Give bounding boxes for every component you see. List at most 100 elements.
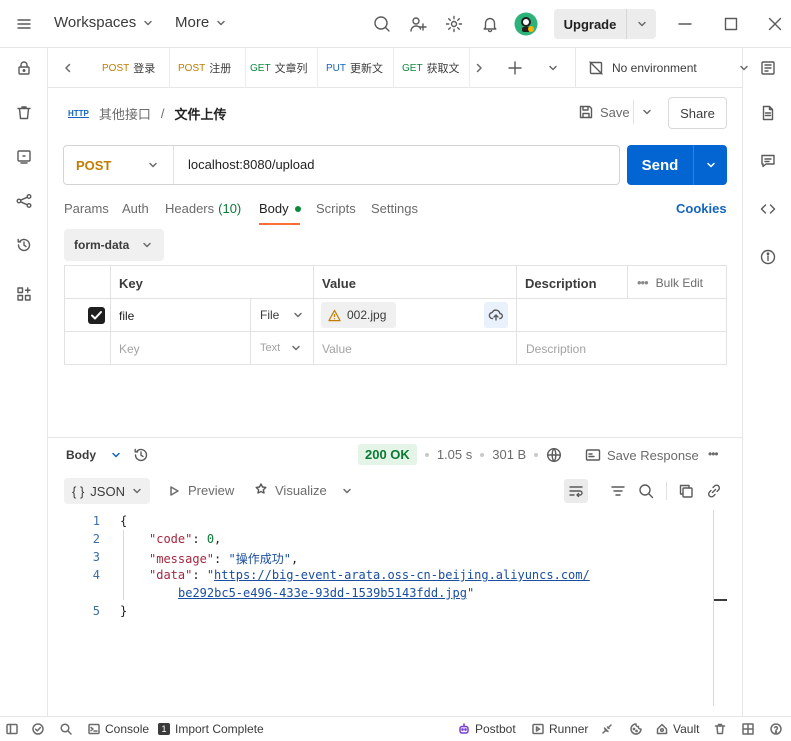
request-tab[interactable]: POST 登录: [96, 48, 170, 88]
info-icon[interactable]: [760, 249, 776, 265]
code-snippet-icon[interactable]: [760, 201, 776, 217]
copy-icon[interactable]: [678, 483, 694, 499]
more-options-icon[interactable]: •••: [708, 447, 719, 461]
tabs-scroll-right-icon[interactable]: [473, 62, 485, 74]
response-time[interactable]: 1.05 s: [437, 447, 472, 462]
more-menu[interactable]: More: [175, 14, 227, 31]
visualize-button[interactable]: Visualize: [253, 482, 327, 498]
history-icon[interactable]: [16, 237, 32, 253]
key-cell[interactable]: file: [111, 299, 251, 331]
format-select[interactable]: { } JSON: [64, 478, 150, 504]
search-response-icon[interactable]: [638, 483, 654, 499]
new-value-input[interactable]: Value: [314, 332, 517, 364]
request-tab[interactable]: POST 注册: [172, 48, 246, 88]
apps-grid-icon[interactable]: [16, 286, 32, 302]
documentation-icon[interactable]: [760, 105, 776, 121]
upgrade-button[interactable]: Upgrade: [554, 9, 656, 39]
notification-bell-icon[interactable]: [481, 15, 499, 33]
save-response-button[interactable]: Save Response: [585, 447, 699, 463]
wrap-lines-button[interactable]: [564, 479, 588, 503]
file-chip[interactable]: 002.jpg: [321, 302, 396, 328]
json-url-link[interactable]: be292bc5-e496-433e-93dd-1539b5143fdd.jpg: [178, 586, 467, 600]
description-cell[interactable]: [517, 299, 726, 331]
tabs-scroll-left-icon[interactable]: [62, 62, 74, 74]
response-code-view[interactable]: 1 2 3 4 5 { "code": 0, "message": "操作成功"…: [48, 510, 714, 710]
workspaces-menu[interactable]: Workspaces: [54, 14, 154, 31]
response-history-icon[interactable]: [133, 447, 149, 463]
url-input[interactable]: localhost:8080/upload: [188, 157, 315, 172]
trash-icon[interactable]: [714, 723, 726, 735]
close-window-icon[interactable]: [767, 16, 783, 32]
search-icon[interactable]: [373, 15, 391, 33]
upgrade-dropdown[interactable]: [627, 9, 656, 39]
request-tab[interactable]: GET 文章列: [244, 48, 318, 88]
invite-user-icon[interactable]: [409, 15, 427, 33]
workspace-overview-icon[interactable]: [760, 60, 776, 76]
settings-gear-icon[interactable]: [445, 15, 463, 33]
proxy-icon[interactable]: [601, 723, 613, 735]
send-options-dropdown[interactable]: [694, 145, 727, 185]
request-tab[interactable]: PUT 更新文: [320, 48, 394, 88]
share-button[interactable]: Share: [668, 97, 727, 129]
save-options-chevron-icon[interactable]: [641, 106, 653, 118]
new-key-input[interactable]: Key: [111, 332, 251, 364]
console-button[interactable]: Console: [88, 722, 149, 736]
cookies-link[interactable]: Cookies: [676, 201, 727, 216]
status-badge[interactable]: 200 OK: [358, 444, 417, 465]
body-mode-select[interactable]: form-data: [64, 229, 164, 261]
filter-icon[interactable]: [610, 483, 626, 499]
tabs-dropdown-chevron-icon[interactable]: [547, 62, 559, 74]
visualize-chevron-icon[interactable]: [341, 485, 353, 497]
response-size[interactable]: 301 B: [492, 447, 526, 462]
response-body-select[interactable]: Body: [66, 448, 122, 462]
postbot-button[interactable]: Postbot: [458, 722, 516, 736]
request-tab[interactable]: GET 获取文: [396, 48, 470, 88]
hamburger-menu-icon[interactable]: [16, 16, 32, 32]
layout-grid-icon[interactable]: [742, 723, 754, 735]
toggle-sidebar-icon[interactable]: [6, 723, 18, 735]
import-status[interactable]: 1 Import Complete: [158, 722, 264, 736]
scrollbar-marker[interactable]: [714, 599, 727, 601]
upload-cloud-button[interactable]: [484, 302, 508, 328]
comments-icon[interactable]: [760, 153, 776, 169]
save-button[interactable]: Save: [578, 104, 630, 120]
type-select[interactable]: File: [251, 299, 314, 331]
json-key: "message": [149, 552, 215, 566]
minimize-window-icon[interactable]: [677, 16, 693, 32]
lock-icon[interactable]: [16, 60, 32, 76]
type-select[interactable]: Text: [251, 332, 314, 364]
preview-button[interactable]: Preview: [168, 483, 234, 498]
collections-trash-icon[interactable]: [16, 105, 32, 121]
link-icon[interactable]: [706, 483, 722, 499]
vault-button[interactable]: Vault: [656, 722, 699, 736]
environments-icon[interactable]: [16, 149, 32, 165]
tab-headers[interactable]: Headers (10): [165, 201, 241, 216]
code-line: "code": 0,: [149, 532, 221, 546]
tab-auth[interactable]: Auth: [122, 201, 149, 216]
method-select[interactable]: POST: [64, 146, 174, 184]
tab-params[interactable]: Params: [64, 201, 109, 216]
new-tab-plus-icon[interactable]: [507, 60, 523, 76]
send-button[interactable]: Send: [627, 145, 727, 185]
avatar[interactable]: [514, 12, 538, 36]
tab-body[interactable]: Body: [259, 201, 301, 216]
new-description-input[interactable]: Description: [517, 332, 726, 364]
help-icon[interactable]: [770, 723, 782, 735]
tab-scripts[interactable]: Scripts: [316, 201, 356, 216]
cookies-icon[interactable]: [630, 723, 642, 735]
find-icon[interactable]: [60, 723, 72, 735]
bulk-edit-button[interactable]: ••• Bulk Edit: [637, 275, 703, 290]
more-options-icon[interactable]: •••: [637, 275, 649, 290]
breadcrumb-parent[interactable]: 其他接口: [99, 104, 151, 123]
globe-icon[interactable]: [546, 447, 562, 463]
maximize-window-icon[interactable]: [723, 16, 739, 32]
json-url-link[interactable]: https://big-event-arata.oss-cn-beijing.a…: [214, 568, 590, 582]
scrollbar-track[interactable]: [713, 510, 714, 706]
flows-icon[interactable]: [16, 193, 32, 209]
runner-button[interactable]: Runner: [532, 722, 588, 736]
vault-icon: [656, 723, 668, 735]
row-checkbox[interactable]: [88, 307, 105, 324]
online-status-icon[interactable]: [32, 723, 44, 735]
tab-settings[interactable]: Settings: [371, 201, 418, 216]
environment-selector[interactable]: No environment: [588, 60, 750, 76]
